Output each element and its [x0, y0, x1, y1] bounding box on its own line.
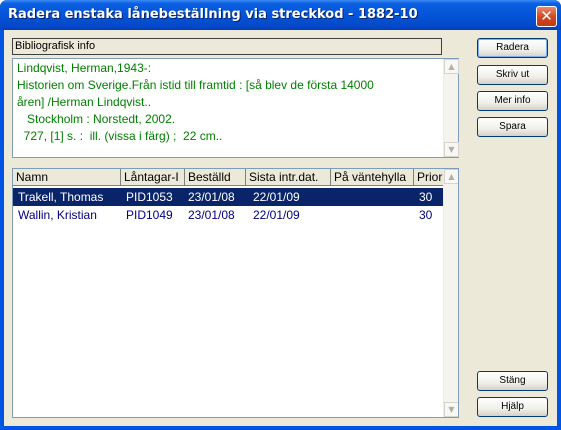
bib-info-box: Lindqvist, Herman,1943-: Historien om Sve… [12, 58, 459, 158]
column-header-name[interactable]: Namn [13, 169, 121, 186]
dialog-window: Radera enstaka lånebeställning via strec… [0, 0, 561, 430]
column-header-priority[interactable]: Prior [414, 169, 445, 186]
bib-line: 727, [1] s. : ill. (vissa i färg) ; 22 c… [17, 129, 223, 143]
window-title: Radera enstaka lånebeställning via strec… [8, 7, 418, 22]
title-bar[interactable]: Radera enstaka lånebeställning via strec… [0, 0, 561, 30]
bib-line: Stockholm : Norstedt, 2002. [17, 112, 176, 126]
cell-name: Trakell, Thomas [18, 190, 104, 204]
save-button[interactable]: Spara [477, 117, 548, 137]
table-row[interactable]: Wallin, Kristian PID1049 23/01/08 22/01/… [13, 206, 445, 224]
scroll-up-icon[interactable]: ▲ [444, 169, 458, 184]
column-header-patron-id[interactable]: Låntagar-I [121, 169, 185, 186]
scroll-down-icon[interactable]: ▼ [444, 402, 458, 417]
cell-last-date: 22/01/09 [253, 208, 300, 222]
bib-info-header: Bibliografisk info [12, 38, 442, 55]
bib-line: åren] /Herman Lindqvist.. [17, 95, 152, 109]
bib-info-text: Lindqvist, Herman,1943-: Historien om Sve… [17, 60, 437, 145]
column-header-last-date[interactable]: Sista intr.dat. [246, 169, 331, 186]
cell-priority: 30 [419, 190, 433, 204]
bib-line: Lindqvist, Herman,1943-: [17, 61, 152, 75]
close-icon[interactable]: ✕ [536, 6, 557, 27]
cell-patron-id: PID1049 [126, 208, 173, 222]
column-header-ordered[interactable]: Beställd [185, 169, 246, 186]
cell-ordered: 23/01/08 [188, 190, 235, 204]
dialog-client: Bibliografisk info Lindqvist, Herman,194… [4, 30, 557, 426]
bib-line: Historien om Sverige.Från istid till fra… [17, 78, 374, 92]
cell-priority: 30 [419, 208, 433, 222]
bib-scrollbar[interactable]: ▲ ▼ [443, 59, 459, 157]
print-button[interactable]: Skriv ut [477, 65, 548, 85]
cell-name: Wallin, Kristian [18, 208, 97, 222]
cell-ordered: 23/01/08 [188, 208, 235, 222]
help-button[interactable]: Hjälp [477, 397, 548, 417]
column-header-on-shelf[interactable]: På väntehylla [331, 169, 414, 186]
scroll-down-icon[interactable]: ▼ [444, 142, 459, 157]
list-scrollbar[interactable]: ▲ ▼ [443, 169, 458, 417]
scroll-up-icon[interactable]: ▲ [444, 59, 459, 74]
cell-patron-id: PID1053 [126, 190, 173, 204]
delete-button[interactable]: Radera [477, 38, 548, 58]
more-info-button[interactable]: Mer info [477, 91, 548, 111]
close-button[interactable]: Stäng [477, 371, 548, 391]
table-row[interactable]: Trakell, Thomas PID1053 23/01/08 22/01/0… [13, 188, 445, 206]
cell-last-date: 22/01/09 [253, 190, 300, 204]
list-header: Namn Låntagar-I Beställd Sista intr.dat.… [13, 169, 445, 186]
reservation-list: Namn Låntagar-I Beställd Sista intr.dat.… [12, 168, 459, 418]
